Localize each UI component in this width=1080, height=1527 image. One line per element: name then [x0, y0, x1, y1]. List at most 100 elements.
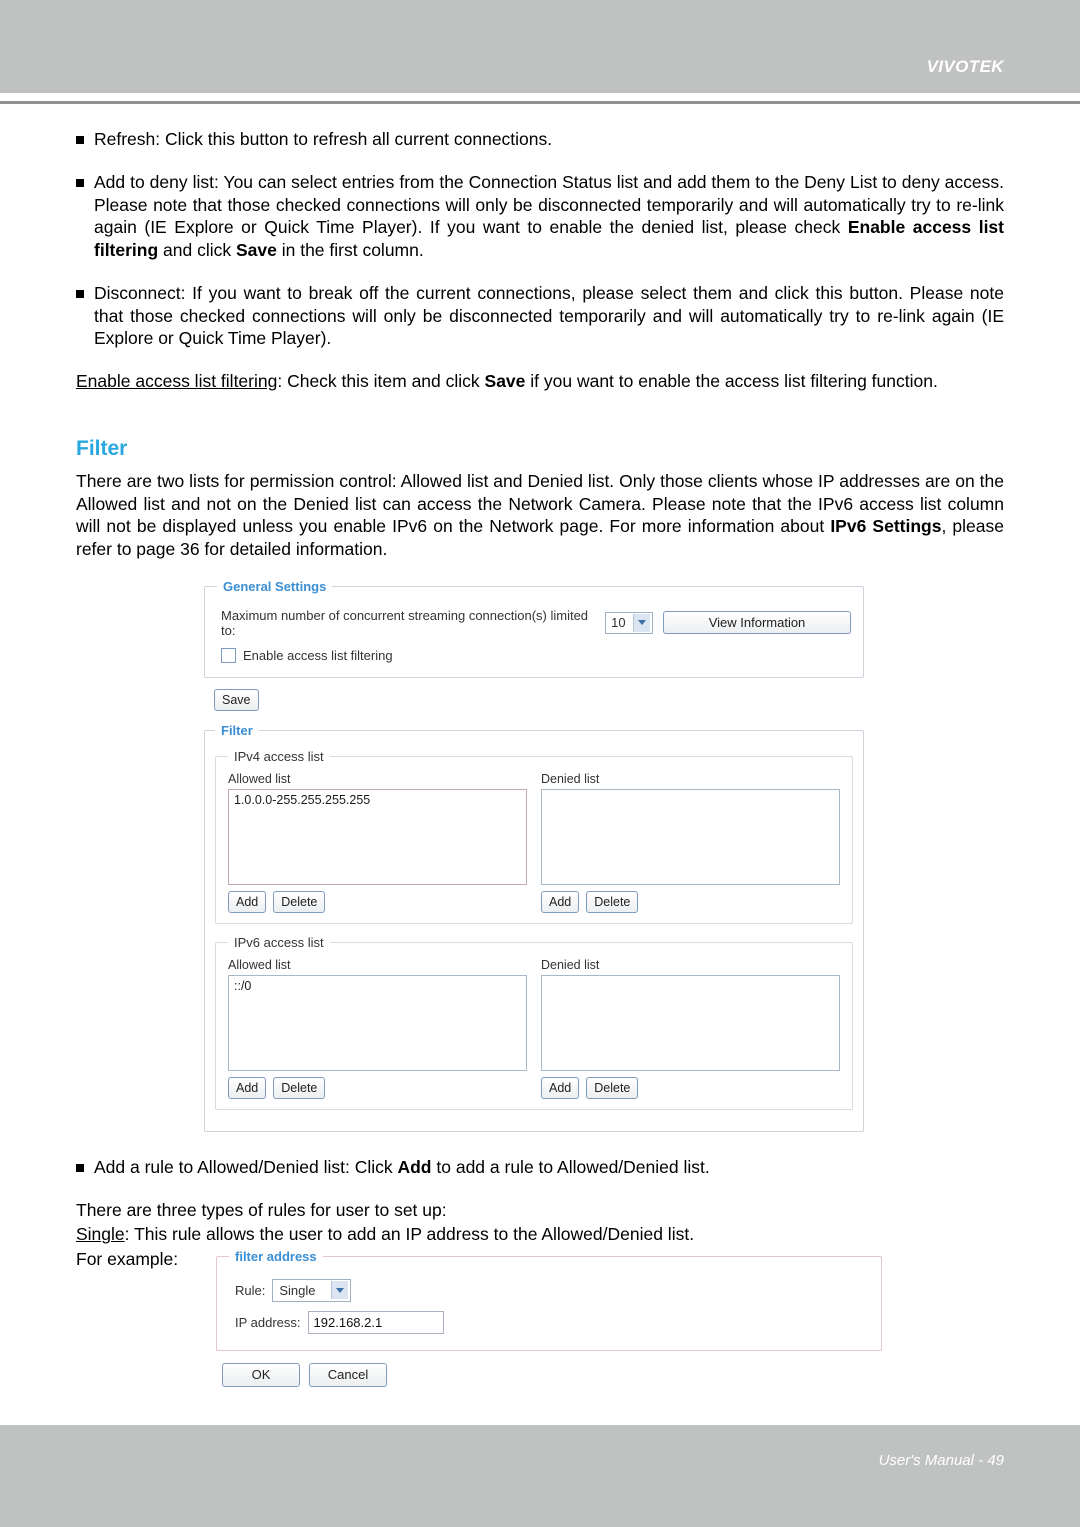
max-connections-row: Maximum number of concurrent streaming c… [221, 608, 851, 638]
ipv4-denied-add-button[interactable]: Add [541, 890, 580, 913]
bullet-disconnect: Disconnect: If you want to break off the… [76, 282, 1004, 350]
ipv4-allowed-buttons: Add Delete [228, 890, 527, 913]
save-button-wrap: Save [214, 688, 864, 711]
filter-panel-legend: Filter [221, 722, 253, 738]
ipv6-denied-delete-button[interactable]: Delete [586, 1076, 639, 1099]
bullet-deny-part3: in the first column. [276, 240, 424, 260]
ipv6-denied-buttons: Add Delete [541, 1076, 840, 1099]
bullet-add-rule-text: Add a rule to Allowed/Denied list: Click… [94, 1156, 1004, 1179]
ipv6-allowed-buttons: Add Delete [228, 1076, 527, 1099]
filter-address-actions: OK Cancel [222, 1362, 882, 1387]
enable-filtering-underlined: Enable access list filtering [76, 371, 278, 391]
ipv6-denied-add-button[interactable]: Add [541, 1076, 580, 1099]
enable-filtering-paragraph: Enable access list filtering: Check this… [76, 370, 1004, 393]
bullet-square-icon [76, 289, 84, 298]
enable-filtering-bold-save: Save [484, 371, 526, 391]
ipv4-allowed-listbox[interactable]: 1.0.0.0-255.255.255.255 [228, 788, 527, 885]
ipv4-denied-column: Denied list Add Delete [541, 772, 840, 913]
bullet-add-rule-part2: to add a rule to Allowed/Denied list. [431, 1156, 710, 1177]
page-title-filter: Filter [76, 436, 128, 460]
bullet-refresh-lead: Refresh: [94, 129, 161, 149]
ipv6-allowed-add-button[interactable]: Add [228, 1076, 267, 1099]
vivotek-logo: VIVOTEK [926, 57, 1004, 76]
bullet-deny-text: Add to deny list: You can select entries… [94, 171, 1004, 262]
ipv4-access-list-legend: IPv4 access list [234, 748, 324, 764]
enable-filtering-part2: if you want to enable the access list fi… [525, 371, 938, 391]
ipv6-access-list-panel: IPv6 access list Allowed list ::/0 Add D… [215, 934, 853, 1110]
bullet-add-rule-bold-add: Add [397, 1156, 432, 1177]
filter-paragraph-bold-ipv6: IPv6 Settings [830, 516, 942, 537]
ipv6-denied-listbox[interactable] [541, 974, 840, 1071]
ip-address-input[interactable]: 192.168.2.1 [307, 1310, 444, 1334]
ipv4-denied-delete-button[interactable]: Delete [586, 890, 639, 913]
bullet-disconnect-lead: Disconnect: [94, 282, 186, 303]
max-connections-select[interactable]: 10 [605, 611, 654, 634]
page-footer: User's Manual - 49 [0, 1425, 1080, 1527]
ipv6-access-list-legend: IPv6 access list [234, 934, 324, 950]
rule-single-line: Single: This rule allows the user to add… [76, 1223, 1004, 1246]
ipv4-allowed-add-button[interactable]: Add [228, 890, 267, 913]
ipv4-access-list-panel: IPv4 access list Allowed list 1.0.0.0-25… [215, 748, 853, 924]
bullet-deny-lead: Add to deny list: [94, 171, 219, 192]
ipv6-allowed-delete-button[interactable]: Delete [273, 1076, 326, 1099]
enable-access-list-filtering-row[interactable]: Enable access list filtering [221, 647, 851, 663]
rule-label: Rule: [235, 1282, 266, 1298]
rule-select[interactable]: Single [272, 1278, 352, 1302]
ipv4-allowed-delete-button[interactable]: Delete [273, 890, 326, 913]
ipv4-denied-label: Denied list [541, 771, 600, 786]
ip-address-label: IP address: [235, 1314, 301, 1330]
footer-page-label: User's Manual - 49 [878, 1452, 1004, 1469]
ipv4-allowed-column: Allowed list 1.0.0.0-255.255.255.255 Add… [228, 772, 527, 913]
ipv4-denied-buttons: Add Delete [541, 890, 840, 913]
rule-single-label: Single [76, 1224, 125, 1245]
rules-intro-line: There are three types of rules for user … [76, 1199, 447, 1220]
max-connections-value: 10 [611, 615, 626, 631]
ipv6-denied-label: Denied list [541, 957, 600, 972]
enable-filtering-part1: : Check this item and click [277, 371, 485, 391]
bullet-refresh-rest: Click this button to refresh all current… [160, 129, 553, 149]
filter-address-legend: filter address [235, 1248, 317, 1264]
filter-paragraph: There are two lists for permission contr… [76, 470, 1004, 561]
ipv4-list-columns: Allowed list 1.0.0.0-255.255.255.255 Add… [228, 772, 840, 913]
bullet-square-icon [76, 136, 84, 144]
bullet-disconnect-rest: If you want to break off the current con… [94, 282, 1004, 349]
bullet-add-rule-part1: Add a rule to Allowed/Denied list: Click [94, 1156, 398, 1177]
enable-access-list-filtering-label: Enable access list filtering [243, 647, 393, 663]
bullet-add-to-deny-list: Add to deny list: You can select entries… [76, 171, 1004, 262]
access-list-ui-screenshot: General Settings Maximum number of concu… [204, 578, 864, 1132]
general-settings-legend: General Settings [223, 578, 327, 594]
bullet-disconnect-text: Disconnect: If you want to break off the… [94, 282, 1004, 350]
ip-address-row: IP address: 192.168.2.1 [235, 1310, 869, 1334]
enable-access-list-filtering-checkbox[interactable] [221, 647, 236, 663]
bullet-refresh: Refresh: Click this button to refresh al… [76, 128, 1004, 151]
ipv4-allowed-label: Allowed list [228, 771, 291, 786]
ipv6-allowed-listbox[interactable]: ::/0 [228, 974, 527, 1071]
rule-single-rest: : This rule allows the user to add an IP… [124, 1224, 695, 1245]
ipv6-allowed-label: Allowed list [228, 957, 291, 972]
chevron-down-icon [331, 1281, 349, 1300]
general-settings-panel: General Settings Maximum number of concu… [204, 578, 864, 678]
view-information-button[interactable]: View Information [663, 611, 851, 635]
bullet-square-icon [76, 178, 84, 187]
ok-button[interactable]: OK [222, 1362, 300, 1387]
document-content: Refresh: Click this button to refresh al… [76, 128, 1004, 1387]
ipv4-denied-listbox[interactable] [541, 788, 840, 885]
filter-panel: Filter IPv4 access list Allowed list 1.0… [204, 722, 864, 1132]
bullet-deny-bold-save: Save [235, 240, 277, 260]
filter-address-ui-screenshot: filter address Rule: Single IP address: … [216, 1248, 882, 1387]
max-connections-label: Maximum number of concurrent streaming c… [221, 607, 589, 638]
bullet-add-rule: Add a rule to Allowed/Denied list: Click… [76, 1156, 1004, 1179]
header-divider [0, 101, 1080, 104]
chevron-down-icon [633, 613, 651, 632]
bullet-square-icon [76, 1163, 84, 1172]
bullet-refresh-text: Refresh: Click this button to refresh al… [94, 128, 1004, 151]
ipv6-list-columns: Allowed list ::/0 Add Delete Denied list… [228, 958, 840, 1099]
ipv6-denied-column: Denied list Add Delete [541, 958, 840, 1099]
rule-select-value: Single [279, 1282, 316, 1298]
filter-address-panel: filter address Rule: Single IP address: … [216, 1248, 882, 1351]
save-button[interactable]: Save [214, 688, 259, 711]
bullet-deny-part2: and click [158, 240, 236, 260]
page-header: VIVOTEK [0, 0, 1080, 93]
cancel-button[interactable]: Cancel [309, 1362, 387, 1387]
ipv6-allowed-column: Allowed list ::/0 Add Delete [228, 958, 527, 1099]
